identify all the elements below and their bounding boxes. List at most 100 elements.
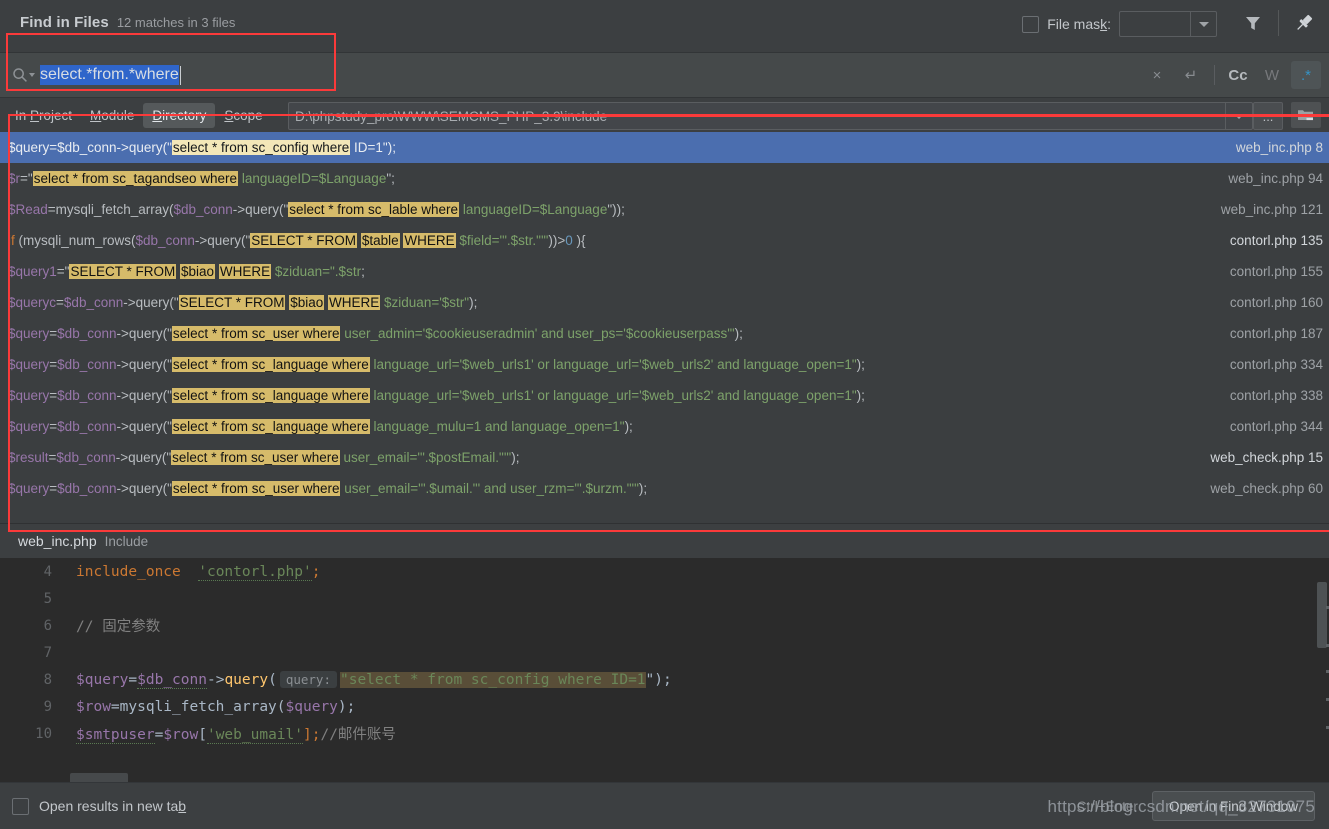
search-field-row: select.*from.*where × ↵ Cc W .* xyxy=(0,52,1329,98)
code-fragment: ->query(" xyxy=(115,450,172,465)
code-fragment: $db_conn xyxy=(57,419,117,434)
code-line-text: $smtpuser=$row['web_umail'];//邮件账号 xyxy=(64,723,396,744)
table-row[interactable]: $query=$db_conn->query("select * from sc… xyxy=(0,380,1329,411)
scope-tab-directory[interactable]: Directory xyxy=(143,102,216,128)
match-highlight: WHERE xyxy=(403,233,456,248)
code-fragment: = xyxy=(49,419,58,434)
match-highlight: select * from sc_user where xyxy=(171,326,341,341)
scope-tab-in-project[interactable]: In Project xyxy=(6,103,81,128)
search-results-list[interactable]: $query=$db_conn->query("select * from sc… xyxy=(0,132,1329,523)
file-mask-dropdown-arrow[interactable] xyxy=(1190,12,1216,36)
match-highlight: select * from sc_language where xyxy=(171,357,370,372)
file-mask-checkbox[interactable] xyxy=(1022,15,1040,33)
code-fragment: ); xyxy=(856,388,865,403)
code-fragment: if xyxy=(8,233,15,248)
code-fragment: ); xyxy=(624,419,633,434)
search-history-caret-icon[interactable] xyxy=(28,73,35,77)
search-input-value: select.*from.*where xyxy=(40,65,179,85)
code-variable: $smtpuser xyxy=(76,727,155,744)
match-case-toggle[interactable]: Cc xyxy=(1223,61,1253,89)
code-fragment: $query xyxy=(8,481,50,496)
table-row[interactable]: $query=$db_conn->query("select * from sc… xyxy=(0,411,1329,442)
code-punct: "); xyxy=(645,671,672,688)
table-row[interactable]: if (mysqli_num_rows($db_conn->query("SEL… xyxy=(0,225,1329,256)
code-fragment: $ziduan=".$str xyxy=(271,264,362,279)
line-number: 7 xyxy=(43,644,52,661)
code-fragment: user_admin='$cookieuseradmin' and user_p… xyxy=(340,326,735,341)
preview-code[interactable]: 4 include_once 'contorl.php'; 5 6 // 固定参… xyxy=(0,558,1329,782)
code-fragment: $db_conn xyxy=(57,388,117,403)
page-title: Find in Files xyxy=(20,14,109,31)
code-comment: // 固定参数 xyxy=(76,619,161,635)
table-row[interactable]: $result=$db_conn->query("select * from s… xyxy=(0,442,1329,473)
code-variable: $row xyxy=(76,698,111,715)
code-fragment: $queryc xyxy=(8,295,57,310)
code-fragment: = xyxy=(49,326,58,341)
dialog-header: Find in Files 12 matches in 3 files File… xyxy=(0,0,1329,52)
table-row[interactable]: $query=$db_conn->query("select * from sc… xyxy=(0,473,1329,504)
code-fragment: ); xyxy=(469,295,478,310)
directory-path-value[interactable]: D:\phpstudy_pro\WWW\SEMCMS_PHP_3.9\inclu… xyxy=(289,103,1225,129)
line-number: 10 xyxy=(35,725,52,742)
preview-file-name: web_inc.php xyxy=(18,533,97,549)
code-line-text: include_once 'contorl.php'; xyxy=(64,563,320,581)
search-options-group: × ↵ Cc W .* xyxy=(1142,61,1329,89)
table-row[interactable]: $queryc=$db_conn->query("SELECT * FROM $… xyxy=(0,287,1329,318)
file-mask-input[interactable] xyxy=(1120,12,1190,36)
clear-search-button[interactable]: × xyxy=(1142,61,1172,89)
code-fragment: language_url='$web_urls1' or language_ur… xyxy=(369,357,857,372)
match-highlight: SELECT * FROM xyxy=(250,233,358,248)
text-caret xyxy=(179,65,181,85)
search-icon[interactable] xyxy=(0,67,40,83)
code-fragment: = xyxy=(49,388,58,403)
table-row[interactable]: $query=$db_conn->query("select * from sc… xyxy=(0,349,1329,380)
code-fragment: ->query(" xyxy=(123,295,179,310)
scope-tab-module[interactable]: Module xyxy=(81,103,143,128)
line-number: 4 xyxy=(43,563,52,580)
regex-toggle[interactable]: .* xyxy=(1291,61,1321,89)
table-row[interactable]: $query1="SELECT * FROM $biao WHERE $zidu… xyxy=(0,256,1329,287)
code-fragment: ->query(" xyxy=(116,357,172,372)
result-location: contorl.php 160 xyxy=(1229,295,1323,310)
autocomplete-ghost xyxy=(70,773,128,782)
file-mask-combobox[interactable] xyxy=(1119,11,1217,37)
result-code-snippet: $query=$db_conn->query("select * from sc… xyxy=(8,481,1196,496)
code-fragment: user_email='".$postEmail."'" xyxy=(339,450,512,465)
table-row[interactable]: $query=$db_conn->query("select * from sc… xyxy=(0,318,1329,349)
code-fragment: ->query(" xyxy=(232,202,289,217)
result-location: web_check.php 60 xyxy=(1210,481,1323,496)
table-row[interactable]: $r="select * from sc_tagandseo where lan… xyxy=(0,163,1329,194)
recent-directories-button[interactable] xyxy=(1291,102,1321,128)
table-row[interactable]: $query=$db_conn->query("select * from sc… xyxy=(0,132,1329,163)
directory-combobox[interactable]: D:\phpstudy_pro\WWW\SEMCMS_PHP_3.9\inclu… xyxy=(288,102,1253,130)
header-icon-group xyxy=(1238,8,1319,38)
code-fragment: ->query(" xyxy=(116,388,172,403)
code-fragment: $ziduan='$str" xyxy=(380,295,470,310)
code-fragment: $r xyxy=(8,171,21,186)
result-code-snippet: $query=$db_conn->query("select * from sc… xyxy=(8,419,1216,434)
new-line-button[interactable]: ↵ xyxy=(1176,61,1206,89)
preview-file-directory: Include xyxy=(104,533,149,549)
browse-directory-button[interactable]: ... xyxy=(1253,102,1283,130)
open-in-new-tab-checkbox[interactable] xyxy=(12,797,29,815)
search-input[interactable]: select.*from.*where xyxy=(40,65,1142,85)
directory-dropdown-arrow[interactable] xyxy=(1225,103,1252,129)
filter-icon[interactable] xyxy=(1238,8,1268,38)
match-highlight: $biao xyxy=(289,295,325,310)
parameter-hint: query: xyxy=(279,670,337,688)
code-punct: [ xyxy=(198,727,207,743)
open-in-new-tab-label: Open results in new tab xyxy=(39,798,187,814)
footer-left-group: Open results in new tab xyxy=(0,797,187,815)
code-line: 6 // 固定参数 xyxy=(0,612,1329,639)
code-fragment: languageID=$Language xyxy=(238,171,387,186)
words-toggle[interactable]: W xyxy=(1257,61,1287,89)
match-highlight: select * from sc_language where xyxy=(171,419,370,434)
table-row[interactable]: $Read=mysqli_fetch_array($db_conn->query… xyxy=(0,194,1329,225)
pin-icon[interactable] xyxy=(1289,8,1319,38)
result-code-snippet: $Read=mysqli_fetch_array($db_conn->query… xyxy=(8,202,1207,217)
scope-tab-scope[interactable]: Scope xyxy=(215,103,271,128)
code-fragment: $result xyxy=(8,450,49,465)
code-fragment: "); xyxy=(382,140,396,155)
code-punct: ( xyxy=(268,671,277,688)
match-highlight: select * from sc_tagandseo where xyxy=(32,171,239,186)
